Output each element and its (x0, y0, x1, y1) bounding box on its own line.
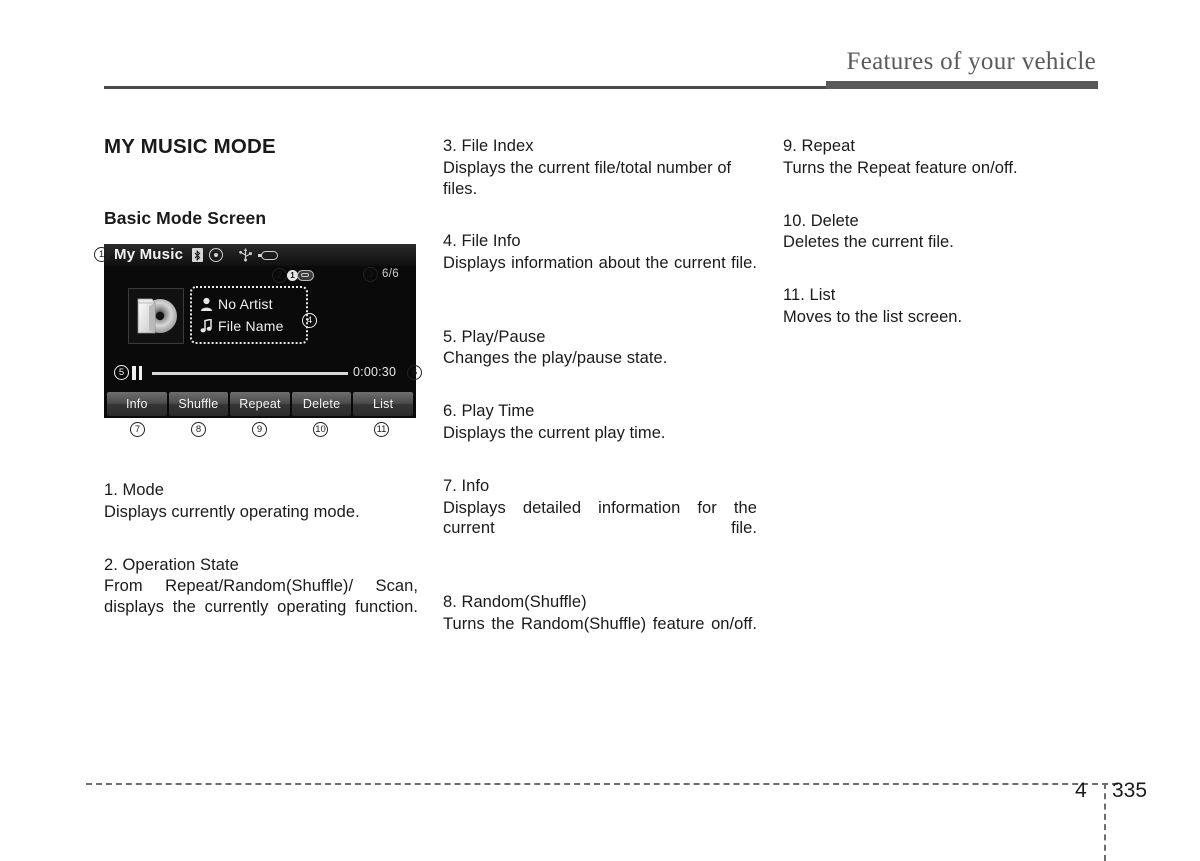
callout-4: 4 (302, 313, 317, 328)
page-header: Features of your vehicle (104, 48, 1098, 92)
item-title: 9. Repeat (783, 137, 856, 155)
list-item: 5. Play/Pause Changes the play/pause sta… (443, 327, 757, 370)
operation-state-indicator: 1 (287, 269, 314, 281)
pause-icon[interactable] (132, 366, 142, 380)
bluetooth-icon (192, 248, 203, 262)
aux-device-icon (258, 251, 278, 260)
item-desc: Displays the current play time. (443, 424, 666, 443)
softkey-list[interactable]: List (353, 392, 413, 416)
item-desc: From Repeat/Random(Shuffle)/ Scan, displ… (104, 577, 418, 617)
page-title: MY MUSIC MODE (104, 135, 276, 158)
item-title: 6. Play Time (443, 402, 535, 421)
file-name-row: File Name (198, 315, 306, 337)
list-item: 1. Mode Displays currently operating mod… (104, 480, 418, 523)
callout-6: 6 (407, 365, 422, 380)
list-item: 6. Play Time Displays the current play t… (443, 401, 757, 444)
softkey-delete[interactable]: Delete (291, 392, 352, 416)
list-item: 7. Info Displays detailed information fo… (443, 476, 757, 560)
artist-row: No Artist (198, 293, 306, 315)
folder-disc-icon (128, 288, 184, 344)
file-index: 6/6 (382, 268, 399, 280)
item-title: 1. Mode (104, 481, 164, 499)
callout-1: 1 (94, 247, 109, 262)
list-item: 9. Repeat Turns the Repeat feature on/of… (783, 136, 1097, 179)
callout-10: 10 (313, 422, 328, 437)
repeat-one-icon (297, 269, 314, 281)
list-item: 2. Operation State From Repeat/Random(Sh… (104, 555, 418, 639)
progress-track[interactable] (152, 372, 348, 375)
callout-2: 2 (272, 268, 287, 283)
item-title: 5. Play/Pause (443, 327, 546, 346)
right-column: 9. Repeat Turns the Repeat feature on/of… (783, 136, 1097, 328)
item-desc: Moves to the list screen. (783, 307, 963, 326)
callout-3: 3 (363, 267, 378, 282)
item-desc: Turns the Random(Shuffle) feature on/off… (443, 614, 757, 633)
device-screenshot-figure: My Music 1 6/6 No Artist File Name 0:00:… (94, 244, 422, 437)
header-rule-thin (104, 86, 826, 89)
list-item: 8. Random(Shuffle) Turns the Random(Shuf… (443, 592, 757, 655)
item-desc: Turns the Repeat feature on/off. (783, 158, 1018, 177)
list-item: 10. Delete Deletes the current file. (783, 211, 1097, 254)
header-rule-thick (826, 81, 1098, 89)
file-name: File Name (218, 318, 284, 334)
usb-icon (237, 248, 254, 262)
callout-5: 5 (114, 365, 129, 380)
item-title: 7. Info (443, 476, 490, 495)
artist-name: No Artist (218, 296, 273, 312)
list-item: 11. List Moves to the list screen. (783, 285, 1097, 328)
item-title: 10. Delete (783, 211, 859, 230)
subsection-title: Basic Mode Screen (104, 207, 267, 228)
left-column: MY MUSIC MODE Basic Mode Screen (104, 135, 416, 228)
mode-label: My Music (114, 246, 184, 263)
person-icon (198, 297, 214, 311)
left-column-body: 1. Mode Displays currently operating mod… (104, 480, 418, 639)
callout-7: 7 (130, 422, 145, 437)
music-note-icon (198, 319, 214, 333)
callout-11: 11 (374, 422, 389, 437)
status-bar: My Music (104, 244, 416, 266)
page-number: 335 (1112, 779, 1148, 802)
list-item: 3. File Index Displays the current file/… (443, 136, 757, 199)
list-item: 4. File Info Displays information about … (443, 231, 757, 294)
item-desc: Displays information about the current f… (443, 254, 757, 273)
item-desc: Deletes the current file. (783, 233, 954, 252)
item-desc: Changes the play/pause state. (443, 349, 668, 368)
item-desc: Displays currently operating mode. (104, 502, 360, 521)
callout-8: 8 (191, 422, 206, 437)
softkey-shuffle[interactable]: Shuffle (168, 392, 229, 416)
page-header-title: Features of your vehicle (846, 48, 1096, 75)
footer-divider (86, 783, 1118, 785)
item-desc: Displays detailed information for the cu… (443, 498, 757, 538)
item-title: 2. Operation State (104, 555, 239, 574)
item-desc: Displays the current file/total number o… (443, 158, 732, 198)
disc-icon (209, 248, 223, 262)
callout-9: 9 (252, 422, 267, 437)
middle-column: 3. File Index Displays the current file/… (443, 136, 757, 655)
softkey-repeat[interactable]: Repeat (230, 392, 290, 416)
file-info-box: No Artist File Name (190, 286, 308, 344)
item-title: 8. Random(Shuffle) (443, 592, 587, 611)
item-title: 11. List (783, 286, 836, 305)
chapter-number: 4 (1075, 779, 1087, 802)
item-title: 3. File Index (443, 137, 534, 155)
softkey-info[interactable]: Info (107, 392, 167, 416)
footer-vertical-divider (1104, 783, 1106, 861)
softkey-bar: Info Shuffle Repeat Delete List (104, 390, 416, 418)
item-title: 4. File Info (443, 232, 521, 251)
play-time: 0:00:30 (353, 365, 397, 379)
